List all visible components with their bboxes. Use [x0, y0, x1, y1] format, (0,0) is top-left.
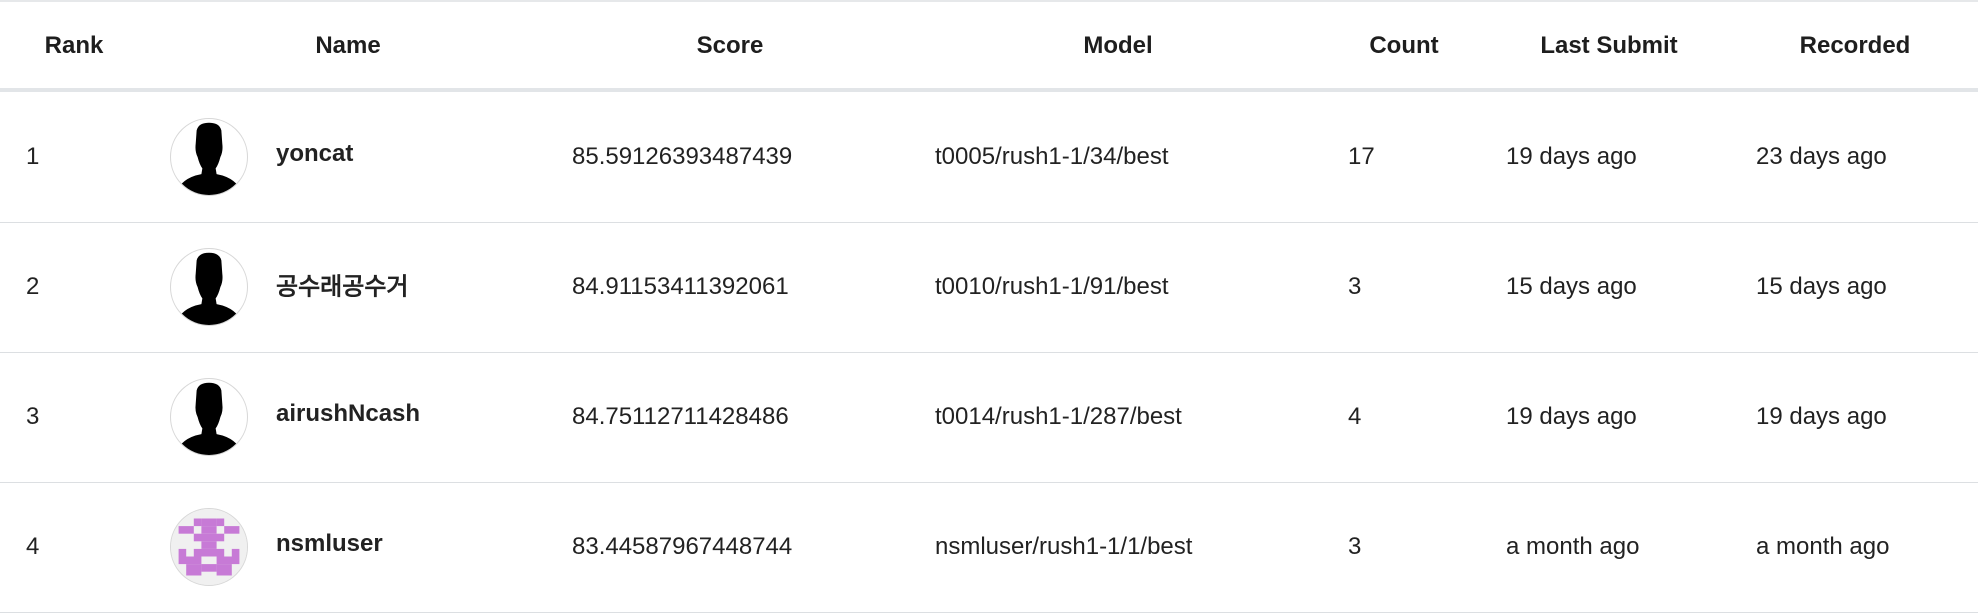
score-cell: 83.44587967448744 [572, 533, 793, 560]
model-cell: t0005/rush1-1/34/best [935, 143, 1169, 170]
column-header-name[interactable]: Name [315, 32, 380, 60]
rank-cell: 3 [26, 403, 40, 430]
user-name[interactable]: nsmluser [276, 530, 383, 558]
last-submit-cell: 19 days ago [1506, 403, 1637, 430]
column-header-score[interactable]: Score [697, 32, 764, 60]
rank-cell: 4 [26, 533, 40, 560]
model-cell: t0010/rush1-1/91/best [935, 273, 1169, 300]
default-silhouette-avatar-icon [170, 118, 248, 196]
count-cell: 4 [1348, 403, 1362, 430]
recorded-cell: a month ago [1756, 533, 1890, 560]
leaderboard-table: Rank Name Score Model Count Last Submit … [0, 0, 1978, 613]
table-header: Rank Name Score Model Count Last Submit … [0, 2, 1978, 92]
count-cell: 3 [1348, 533, 1362, 560]
table-row[interactable]: 2 공수래공수거 84.91153411392061 t0010/rush1-1… [0, 222, 1978, 353]
recorded-cell: 23 days ago [1756, 143, 1887, 170]
last-submit-cell: a month ago [1506, 533, 1640, 560]
count-cell: 3 [1348, 273, 1362, 300]
rank-cell: 2 [26, 273, 40, 300]
table-row[interactable]: 1 yoncat 85.59126393487439 t0005/rush1-1… [0, 92, 1978, 223]
score-cell: 85.59126393487439 [572, 143, 793, 170]
identicon-avatar-icon [170, 508, 248, 586]
column-header-model[interactable]: Model [1083, 32, 1152, 60]
last-submit-cell: 15 days ago [1506, 273, 1637, 300]
score-cell: 84.75112711428486 [572, 403, 789, 430]
rank-cell: 1 [26, 143, 40, 170]
user-name[interactable]: yoncat [276, 140, 353, 168]
score-cell: 84.91153411392061 [572, 273, 789, 300]
recorded-cell: 15 days ago [1756, 273, 1887, 300]
user-name[interactable]: 공수래공수거 [276, 267, 408, 302]
user-name[interactable]: airushNcash [276, 400, 420, 428]
count-cell: 17 [1348, 143, 1375, 170]
last-submit-cell: 19 days ago [1506, 143, 1637, 170]
column-header-last-submit[interactable]: Last Submit [1540, 32, 1677, 60]
table-row[interactable]: 4 nsmluser 83.44587967448744 nsmluser/ru… [0, 482, 1978, 613]
table-row[interactable]: 3 airushNcash 84.75112711428486 t0014/ru… [0, 352, 1978, 483]
default-silhouette-avatar-icon [170, 378, 248, 456]
column-header-count[interactable]: Count [1369, 32, 1438, 60]
recorded-cell: 19 days ago [1756, 403, 1887, 430]
column-header-rank[interactable]: Rank [45, 32, 104, 60]
model-cell: nsmluser/rush1-1/1/best [935, 533, 1193, 560]
column-header-recorded[interactable]: Recorded [1800, 32, 1911, 60]
model-cell: t0014/rush1-1/287/best [935, 403, 1182, 430]
default-silhouette-avatar-icon [170, 248, 248, 326]
